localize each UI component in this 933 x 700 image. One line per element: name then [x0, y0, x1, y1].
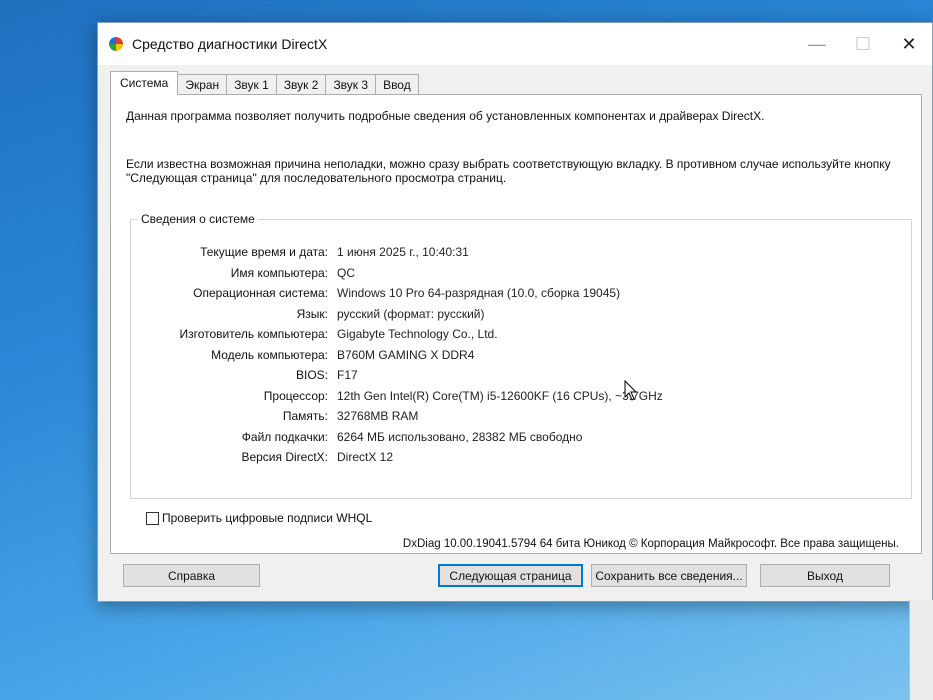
tab-sound-1[interactable]: Звук 1	[226, 74, 277, 95]
info-label: Изготовитель компьютера:	[179, 327, 329, 341]
tab-system[interactable]: Система	[110, 71, 179, 95]
exit-button[interactable]: Выход	[760, 564, 890, 587]
system-info-group: Сведения о системе Текущие время и дата:…	[130, 212, 912, 499]
info-label: Модель компьютера:	[211, 347, 328, 362]
info-value: DirectX 12	[337, 450, 394, 464]
info-row-memory: Память: 32768MB RAM	[131, 409, 911, 425]
info-label: Процессор:	[263, 388, 328, 403]
group-title: Сведения о системе	[138, 212, 258, 226]
title-bar[interactable]: Средство диагностики DirectX — ☐ ✕	[98, 23, 932, 65]
tab-input[interactable]: Ввод	[375, 74, 419, 95]
info-value: 32768MB RAM	[337, 409, 419, 423]
directx-app-icon	[108, 36, 124, 52]
system-tab-panel: Данная программа позволяет получить подр…	[110, 94, 922, 554]
info-row-datetime: Текущие время и дата: 1 июня 2025 г., 10…	[131, 245, 911, 261]
whql-checkbox[interactable]	[146, 511, 159, 525]
info-label: Файл подкачки:	[241, 429, 328, 444]
info-row-model: Модель компьютера: B760M GAMING X DDR4	[131, 348, 911, 364]
window-controls: — ☐ ✕	[794, 23, 932, 65]
save-all-button[interactable]: Сохранить все сведения...	[591, 564, 747, 587]
info-row-processor: Процессор: 12th Gen Intel(R) Core(TM) i5…	[131, 389, 911, 405]
tab-sound-2[interactable]: Звук 2	[275, 74, 327, 95]
next-page-button[interactable]: Следующая страница	[438, 564, 583, 587]
tab-strip: Система Экран Звук 1 Звук 2 Звук 3 Ввод	[110, 71, 419, 95]
info-label: Память:	[282, 409, 328, 423]
whql-check[interactable]: Проверить цифровые подписи WHQL	[146, 511, 372, 525]
copyright-text: DxDiag 10.00.19041.5794 64 бита Юникод ©…	[402, 538, 899, 550]
info-value: Gigabyte Technology Co., Ltd.	[337, 327, 498, 341]
info-row-manufacturer: Изготовитель компьютера: Gigabyte Techno…	[131, 327, 911, 343]
mouse-pointer-icon	[624, 380, 638, 401]
info-row-pagefile: Файл подкачки: 6264 МБ использовано, 283…	[131, 430, 911, 446]
whql-label[interactable]: Проверить цифровые подписи WHQL	[162, 511, 372, 525]
info-label: Язык:	[296, 306, 328, 321]
maximize-button[interactable]: ☐	[840, 23, 886, 65]
info-label: Текущие время и дата:	[200, 245, 328, 259]
info-value: B760M GAMING X DDR4	[337, 347, 475, 362]
info-row-bios: BIOS: F17	[131, 368, 911, 384]
info-value: QC	[337, 265, 355, 280]
window-title: Средство диагностики DirectX	[132, 36, 328, 52]
info-value: 12th Gen Intel(R) Core(TM) i5-12600KF (1…	[337, 388, 663, 403]
info-value: Windows 10 Pro 64-разрядная (10.0, сборк…	[337, 286, 621, 300]
tab-sound-3[interactable]: Звук 3	[325, 74, 377, 95]
minimize-button[interactable]: —	[794, 23, 840, 65]
tab-display[interactable]: Экран	[177, 74, 228, 95]
info-value: 1 июня 2025 г., 10:40:31	[337, 245, 469, 259]
dxdiag-window: Средство диагностики DirectX — ☐ ✕ Систе…	[97, 22, 933, 602]
info-label: BIOS:	[295, 368, 328, 382]
info-label: Операционная система:	[193, 286, 328, 300]
background-window-edge	[909, 600, 933, 700]
info-value: русский (формат: русский)	[337, 306, 485, 321]
info-row-computer-name: Имя компьютера: QC	[131, 266, 911, 282]
hint-text: Если известна возможная причина неполадк…	[126, 157, 891, 185]
intro-text: Данная программа позволяет получить подр…	[126, 109, 765, 123]
info-value: F17	[337, 368, 358, 382]
info-label: Версия DirectX:	[241, 450, 328, 464]
close-button[interactable]: ✕	[886, 23, 932, 65]
info-row-language: Язык: русский (формат: русский)	[131, 307, 911, 323]
info-label: Имя компьютера:	[230, 265, 328, 280]
info-row-directx-version: Версия DirectX: DirectX 12	[131, 450, 911, 466]
info-value: 6264 МБ использовано, 28382 МБ свободно	[337, 429, 583, 444]
help-button[interactable]: Справка	[123, 564, 260, 587]
info-row-os: Операционная система: Windows 10 Pro 64-…	[131, 286, 911, 302]
